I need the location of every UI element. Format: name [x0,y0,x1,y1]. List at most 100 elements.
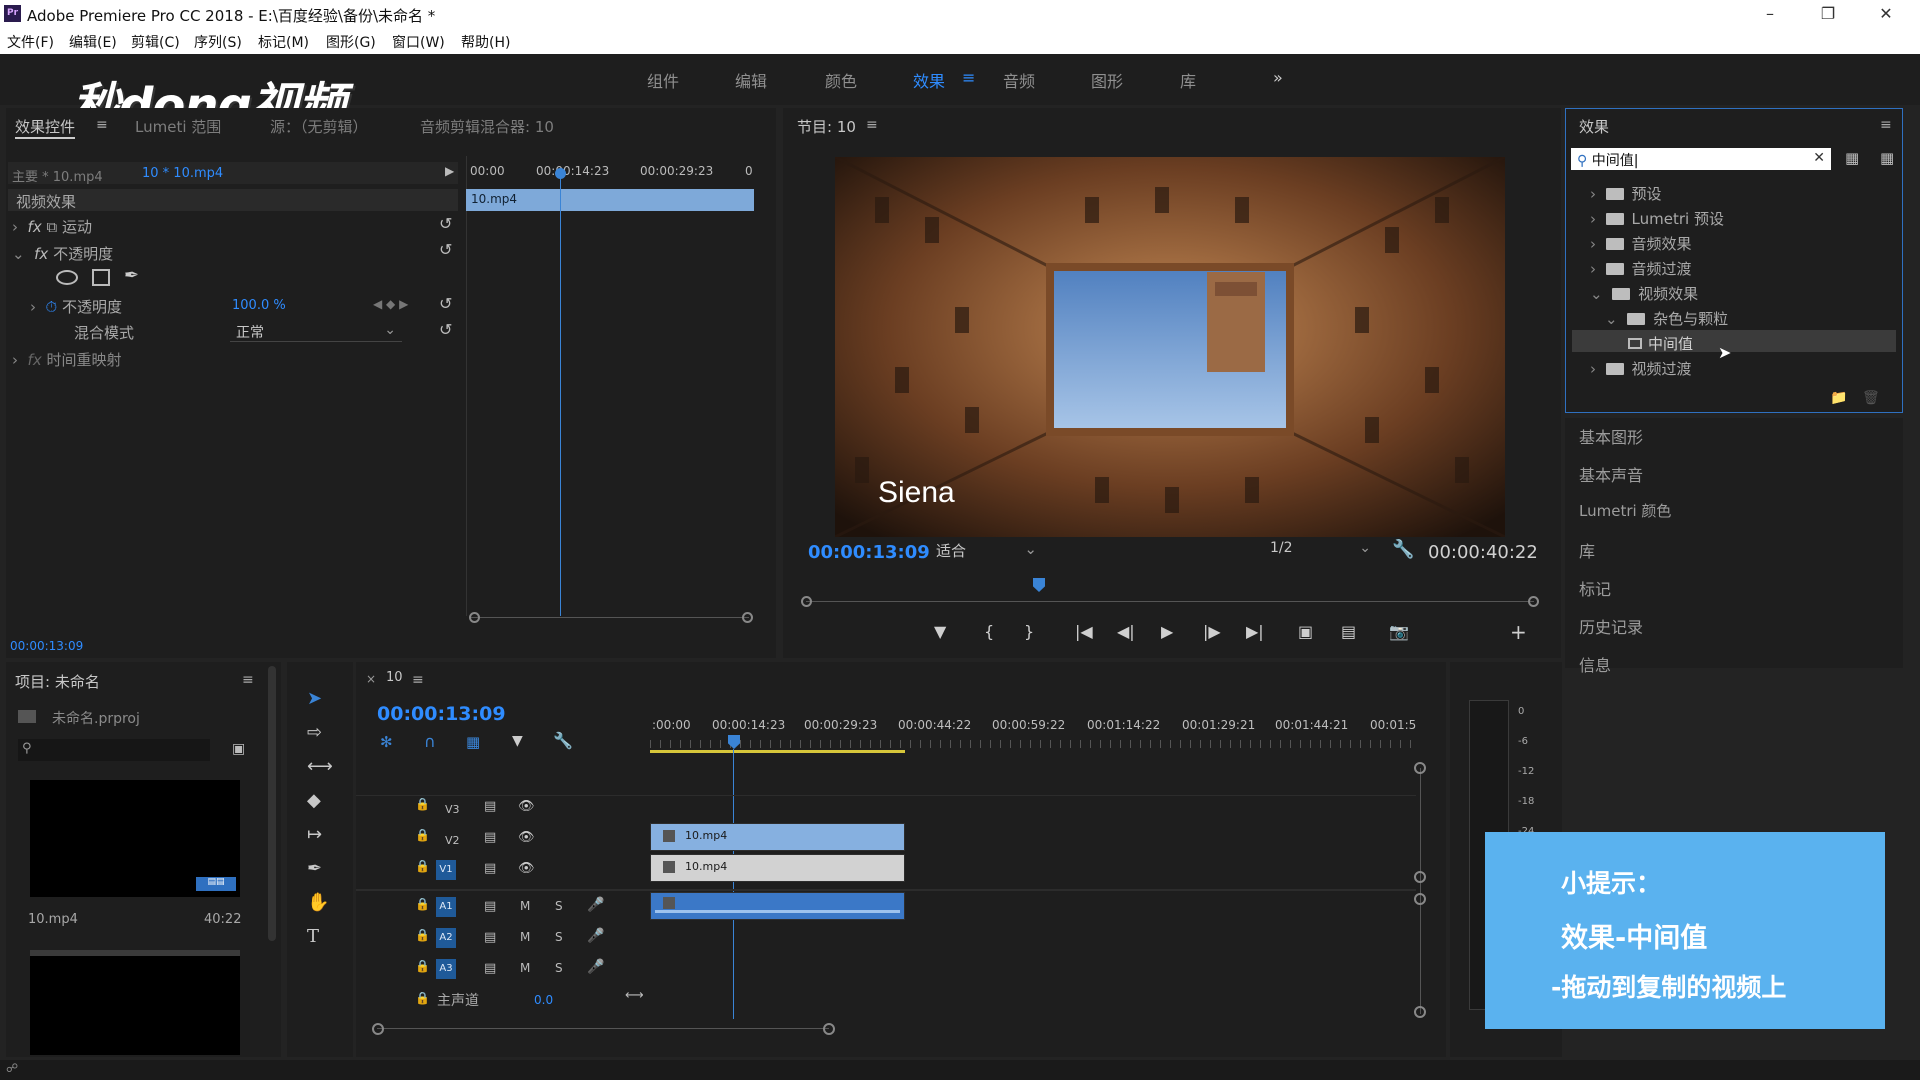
close-sequence-icon[interactable]: × [366,672,376,686]
keyframe-nav-icon[interactable]: ◀ ◆ ▶ [373,297,408,311]
project-scrollbar[interactable] [268,666,276,941]
eye-v3-icon[interactable]: 👁 [518,799,535,814]
tree-item-noise-grain[interactable]: ⌄ 杂色与颗粒 [1605,308,1728,329]
track-a3-label[interactable]: A3 [436,959,456,979]
panel-essential-sound[interactable]: 基本声音 [1579,462,1643,486]
tree-item-lumetri-presets[interactable]: › Lumetri 预设 [1590,208,1724,229]
mic-a1-icon[interactable]: 🎤 [587,897,604,913]
add-marker-button[interactable]: ▼ [934,622,946,641]
timeline-vertical-scrollbar[interactable] [1420,768,1421,1014]
track-a1-label[interactable]: A1 [436,897,456,917]
sync-lock-a1-icon[interactable]: ▤ [484,899,496,914]
timeline-ruler[interactable] [650,740,1412,748]
program-menu-icon[interactable]: ≡ [866,117,878,133]
work-area-bar[interactable] [650,750,905,753]
step-forward-button[interactable]: |▶ [1203,622,1221,641]
add-marker-timeline-icon[interactable]: ▼ [512,733,523,749]
eye-v2-icon[interactable]: 👁 [518,830,535,845]
program-scrub-bar[interactable] [806,601,1534,602]
program-zoom-left[interactable] [801,596,812,607]
menu-window[interactable]: 窗口(W) [392,32,445,52]
ripple-edit-tool-icon[interactable]: ⟷ [307,756,333,777]
menu-graphics[interactable]: 图形(G) [326,32,376,52]
selection-tool-icon[interactable]: ➤ [307,688,322,709]
master-clip-label[interactable]: 主要 * 10.mp4 [12,166,103,185]
workspace-tab-editing[interactable]: 编辑 [735,68,767,92]
timeline-menu-icon[interactable]: ≡ [412,672,424,688]
eye-v1-icon[interactable]: 👁 [518,861,535,876]
hscroll-handle-right[interactable] [823,1023,835,1035]
solo-a3-button[interactable]: S [555,961,563,975]
tab-lumetri-scopes[interactable]: Lumeti 范围 [135,116,221,137]
panel-markers[interactable]: 标记 [1579,576,1611,600]
ec-zoom-handle-left[interactable] [469,612,480,623]
tree-item-audio-effects[interactable]: › 音频效果 [1590,233,1692,254]
sync-lock-a2-icon[interactable]: ▤ [484,930,496,945]
ec-playhead-handle[interactable] [555,168,566,179]
wrench-settings-icon[interactable]: 🔧 [1392,539,1414,560]
vscroll-handle-top[interactable] [1414,762,1426,774]
track-a2-label[interactable]: A2 [436,928,456,948]
mic-a3-icon[interactable]: 🎤 [587,959,604,975]
timeline-horizontal-scrollbar[interactable] [377,1028,829,1029]
effects-menu-icon[interactable]: ≡ [1880,117,1892,133]
sync-lock-v2-icon[interactable]: ▤ [484,830,496,845]
reset-opacity-param-icon[interactable]: ↺ [439,294,452,313]
extract-button[interactable]: ▤ [1341,622,1356,641]
tab-effect-controls[interactable]: 效果控件 [15,116,76,139]
mute-a1-button[interactable]: M [520,899,530,913]
restore-button[interactable]: ❐ [1808,2,1848,26]
stopwatch-icon[interactable]: ⏱ [46,298,58,316]
add-button[interactable]: + [1510,620,1527,644]
tree-item-audio-transitions[interactable]: › 音频过渡 [1590,258,1692,279]
menu-edit[interactable]: 编辑(E) [69,32,117,52]
step-back-button[interactable]: ◀| [1117,622,1135,641]
mark-out-button[interactable]: } [1024,622,1034,641]
linked-selection-icon[interactable]: ▦ [466,733,480,751]
ellipse-mask-icon[interactable] [56,270,78,285]
lock-v1-icon[interactable]: 🔒 [415,859,430,873]
mic-a2-icon[interactable]: 🎤 [587,928,604,944]
lock-v3-icon[interactable]: 🔒 [415,797,430,811]
ec-timecode[interactable]: 00:00:13:09 [10,639,83,653]
vscroll-handle-audio[interactable] [1414,893,1426,905]
minimize-button[interactable]: – [1750,2,1790,26]
vscroll-handle-mid[interactable] [1414,871,1426,883]
workspace-tab-audio[interactable]: 音频 [1003,68,1035,92]
ec-zoom-handle-right[interactable] [742,612,753,623]
timeline-settings-wrench-icon[interactable]: 🔧 [553,731,573,750]
workspace-tab-effects[interactable]: 效果 [913,68,945,92]
panel-libraries[interactable]: 库 [1579,538,1595,562]
timeline-timecode[interactable]: 00:00:13:09 [377,703,506,725]
project-menu-icon[interactable]: ≡ [242,672,254,688]
panel-info[interactable]: 信息 [1579,652,1611,676]
hand-tool-icon[interactable]: ✋ [307,892,329,913]
rectangle-mask-icon[interactable] [92,269,110,286]
lock-v2-icon[interactable]: 🔒 [415,828,430,842]
razor-tool-icon[interactable]: ◆ [307,790,321,811]
pen-tool-icon[interactable]: ✒ [307,858,322,879]
track-v2-label[interactable]: V2 [445,834,460,847]
menu-markers[interactable]: 标记(M) [258,32,309,52]
status-link-icon[interactable]: ☍ [6,1061,18,1075]
menu-clip[interactable]: 剪辑(C) [131,32,180,52]
project-search-input[interactable]: ⚲ [18,739,210,761]
workspace-tab-libraries[interactable]: 库 [1180,68,1196,92]
clear-search-icon[interactable]: ✕ [1813,150,1825,166]
lock-master-icon[interactable]: 🔒 [415,991,430,1005]
clip-v1[interactable]: 10.mp4 [650,854,905,882]
sync-lock-v1-icon[interactable]: ▤ [484,861,496,876]
ec-clip-bar[interactable]: 10.mp4 [466,189,754,211]
type-tool-icon[interactable]: T [307,926,319,947]
solo-a1-button[interactable]: S [555,899,563,913]
menu-sequence[interactable]: 序列(S) [194,32,242,52]
track-select-tool-icon[interactable]: ⇨ [307,722,322,743]
reset-motion-icon[interactable]: ↺ [439,214,452,233]
reset-opacity-icon[interactable]: ↺ [439,240,452,259]
more-workspaces-icon[interactable]: » [1273,68,1283,87]
go-to-out-button[interactable]: ▶| [1246,622,1264,641]
workspace-tab-graphics[interactable]: 图形 [1091,68,1123,92]
tree-item-median-selected[interactable] [1572,330,1896,352]
sync-lock-a3-icon[interactable]: ▤ [484,961,496,976]
close-window-button[interactable]: ✕ [1866,2,1906,26]
